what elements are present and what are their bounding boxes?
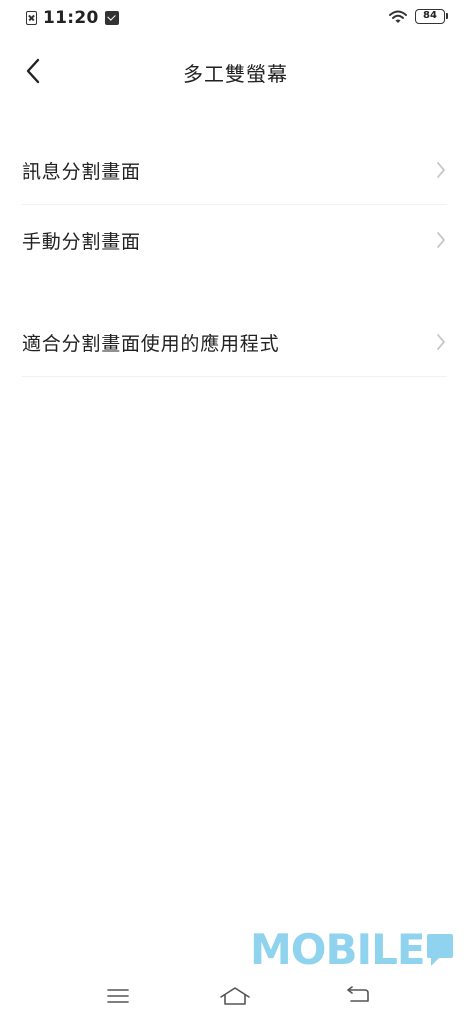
speech-bubble-icon	[426, 934, 453, 966]
home-button[interactable]	[219, 982, 251, 1010]
menu-icon	[107, 989, 129, 1003]
chevron-right-icon	[435, 161, 447, 179]
menu-item-label: 適合分割畫面使用的應用程式	[22, 332, 280, 355]
menu-item-manual-split-screen[interactable]: 手動分割畫面	[0, 205, 471, 275]
nav-bar	[0, 970, 471, 1024]
battery-icon: 84	[415, 9, 448, 24]
sim-off-icon	[26, 11, 37, 25]
status-bar: 11:20 84	[0, 0, 471, 36]
screen: 11:20 84 多工雙螢幕 訊息分割畫面 手動分割畫面 適合分割畫面使用的應用…	[0, 0, 471, 1024]
wifi-icon	[389, 10, 407, 23]
home-icon	[220, 987, 250, 1005]
menu-item-split-screen-apps[interactable]: 適合分割畫面使用的應用程式	[0, 307, 471, 377]
menu-button[interactable]	[102, 982, 134, 1010]
menu-item-message-split-screen[interactable]: 訊息分割畫面	[0, 135, 471, 205]
status-right: 84	[389, 9, 448, 24]
mail-icon	[104, 11, 119, 25]
back-icon	[347, 986, 369, 1002]
status-left: 11:20	[26, 8, 119, 28]
menu-list: 訊息分割畫面 手動分割畫面 適合分割畫面使用的應用程式	[0, 135, 471, 377]
menu-item-label: 手動分割畫面	[22, 230, 141, 253]
watermark-logo: MOBILE	[250, 928, 453, 972]
chevron-right-icon	[435, 333, 447, 351]
watermark-text: MOBILE	[250, 925, 426, 974]
status-time: 11:20	[43, 8, 99, 28]
page-title: 多工雙螢幕	[183, 62, 288, 86]
chevron-right-icon	[435, 231, 447, 249]
header: 多工雙螢幕	[0, 44, 471, 98]
back-nav-button[interactable]	[342, 982, 374, 1010]
menu-item-label: 訊息分割畫面	[22, 160, 141, 183]
